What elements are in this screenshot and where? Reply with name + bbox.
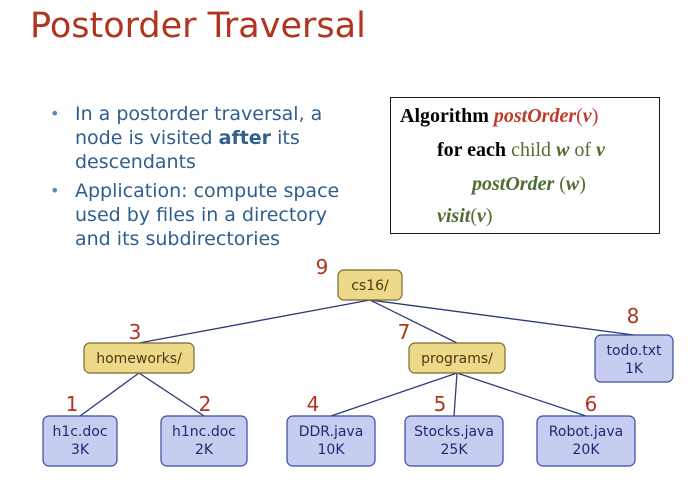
- node-label: Robot.java: [549, 424, 623, 440]
- tree-node-robot: Robot.java 20K 6: [536, 392, 636, 467]
- visit-order-number: 1: [66, 392, 79, 416]
- node-label: Stocks.java: [414, 424, 494, 440]
- visit-order-number: 2: [199, 392, 212, 416]
- node-label: todo.txt: [607, 343, 662, 359]
- node-label: programs/: [421, 351, 493, 367]
- tree-node-h1c: h1c.doc 3K 1: [42, 392, 118, 467]
- visit-order-number: 7: [398, 320, 411, 344]
- tree-edge: [456, 372, 587, 417]
- node-label: DDR.java: [299, 424, 364, 440]
- visit-order-number: 5: [434, 392, 447, 416]
- visit-order-number: 9: [316, 255, 329, 279]
- tree-edge: [138, 299, 371, 344]
- tree-node-programs: programs/7: [398, 320, 506, 374]
- tree-node-todo: todo.txt 1K 8: [594, 304, 674, 383]
- node-size: 1K: [625, 361, 644, 377]
- node-size: 3K: [71, 442, 90, 458]
- tree-node-homeworks: homeworks/3: [83, 320, 195, 374]
- visit-order-number: 3: [129, 320, 142, 344]
- node-label: cs16/: [351, 278, 389, 294]
- tree-node-stocks: Stocks.java 25K 5: [404, 392, 504, 467]
- tree-node-h1nc: h1nc.doc 2K 2: [160, 392, 248, 467]
- node-size: 10K: [318, 442, 346, 458]
- visit-order-number: 4: [307, 392, 320, 416]
- tree-diagram: cs16/9 homeworks/3 programs/7 todo.txt 1K 8 h1…: [42, 255, 674, 467]
- tree-edge: [138, 372, 205, 417]
- node-label: h1c.doc: [52, 424, 107, 440]
- node-size: 25K: [441, 442, 469, 458]
- tree-node-cs16: cs16/9: [316, 255, 403, 301]
- visit-order-number: 8: [627, 304, 640, 328]
- node-label: h1nc.doc: [172, 424, 236, 440]
- node-label: homeworks/: [96, 351, 182, 367]
- tree-edge: [369, 299, 458, 344]
- tree-node-ddr: DDR.java 10K 4: [286, 392, 376, 467]
- tree-edge: [79, 372, 140, 417]
- tree-edge: [453, 372, 458, 417]
- visit-order-number: 6: [585, 392, 598, 416]
- node-size: 20K: [573, 442, 601, 458]
- node-size: 2K: [195, 442, 214, 458]
